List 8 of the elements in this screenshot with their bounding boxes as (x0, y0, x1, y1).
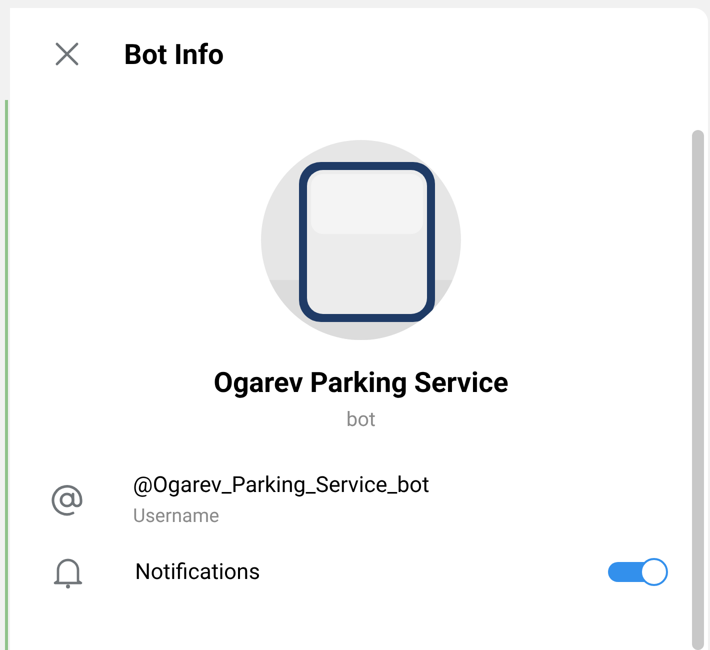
at-sign-icon (50, 483, 84, 517)
username-caption: Username (133, 504, 220, 527)
panel-title: Bot Info (124, 38, 224, 70)
close-icon (54, 41, 80, 67)
username-value: @Ogarev_Parking_Service_bot (133, 473, 430, 498)
bot-name: Ogarev Parking Service (214, 366, 508, 399)
bot-status: bot (346, 407, 376, 431)
notifications-label: Notifications (135, 560, 262, 584)
